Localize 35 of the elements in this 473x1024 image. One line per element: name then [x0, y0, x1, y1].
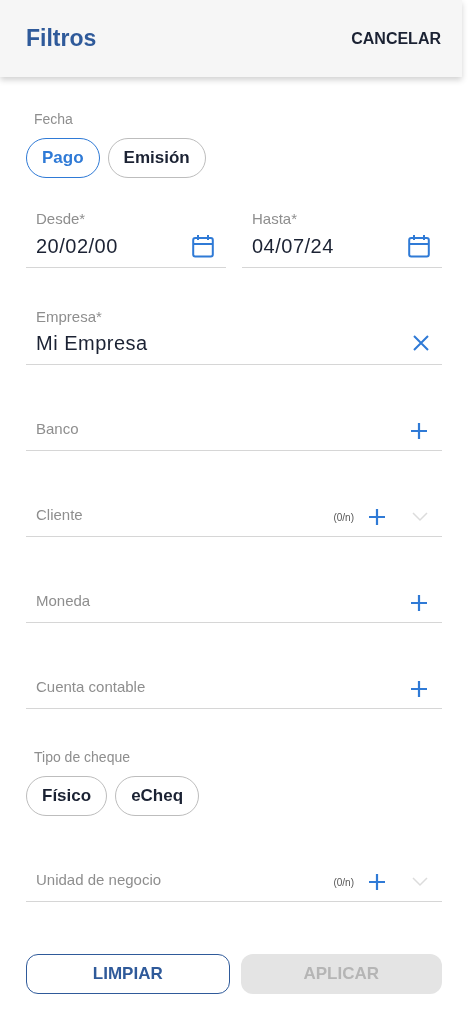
calendar-icon[interactable] [192, 233, 214, 258]
calendar-icon[interactable] [408, 233, 430, 258]
add-icon[interactable] [410, 594, 428, 612]
field-value: 20/02/00 [36, 233, 118, 259]
selection-count: (0/n) [333, 510, 354, 525]
cancel-button[interactable]: CANCELAR [351, 26, 441, 51]
field-label: Empresa* [36, 306, 103, 327]
add-icon[interactable] [368, 873, 386, 891]
field-value: Mi Empresa [36, 331, 148, 356]
add-icon[interactable] [410, 680, 428, 698]
section-label: Tipo de cheque [33, 748, 131, 767]
field-label: Hasta* [252, 209, 299, 229]
selection-count: (0/n) [333, 875, 354, 890]
action-button[interactable]: LIMPIAR [26, 954, 230, 994]
field-label: Moneda [36, 590, 91, 611]
date-field[interactable]: Hasta* 04/07/24 [242, 208, 442, 268]
picker-field[interactable]: Cliente (0/n) [26, 451, 442, 537]
add-icon[interactable] [368, 508, 386, 526]
header-title: Filtros [26, 24, 97, 54]
picker-field[interactable]: Unidad de negocio (0/n) [26, 816, 442, 902]
filter-chip[interactable]: Físico [26, 776, 108, 816]
close-icon[interactable] [413, 335, 429, 351]
field-label: Cliente [36, 504, 83, 525]
field-label: Banco [36, 418, 79, 439]
filter-chip[interactable]: Emisión [107, 138, 206, 178]
field-label: Desde* [36, 209, 87, 229]
section-label: Fecha [33, 110, 74, 129]
field-label: Unidad de negocio [36, 869, 162, 890]
filter-chip[interactable]: Pago [26, 138, 100, 178]
filter-chip[interactable]: eCheq [115, 776, 200, 816]
field-value: 04/07/24 [252, 233, 334, 259]
date-field[interactable]: Desde* 20/02/00 [26, 208, 226, 268]
field-label: Cuenta contable [36, 676, 146, 697]
add-icon[interactable] [410, 422, 428, 440]
company-field[interactable]: Empresa* Mi Empresa [26, 305, 442, 365]
